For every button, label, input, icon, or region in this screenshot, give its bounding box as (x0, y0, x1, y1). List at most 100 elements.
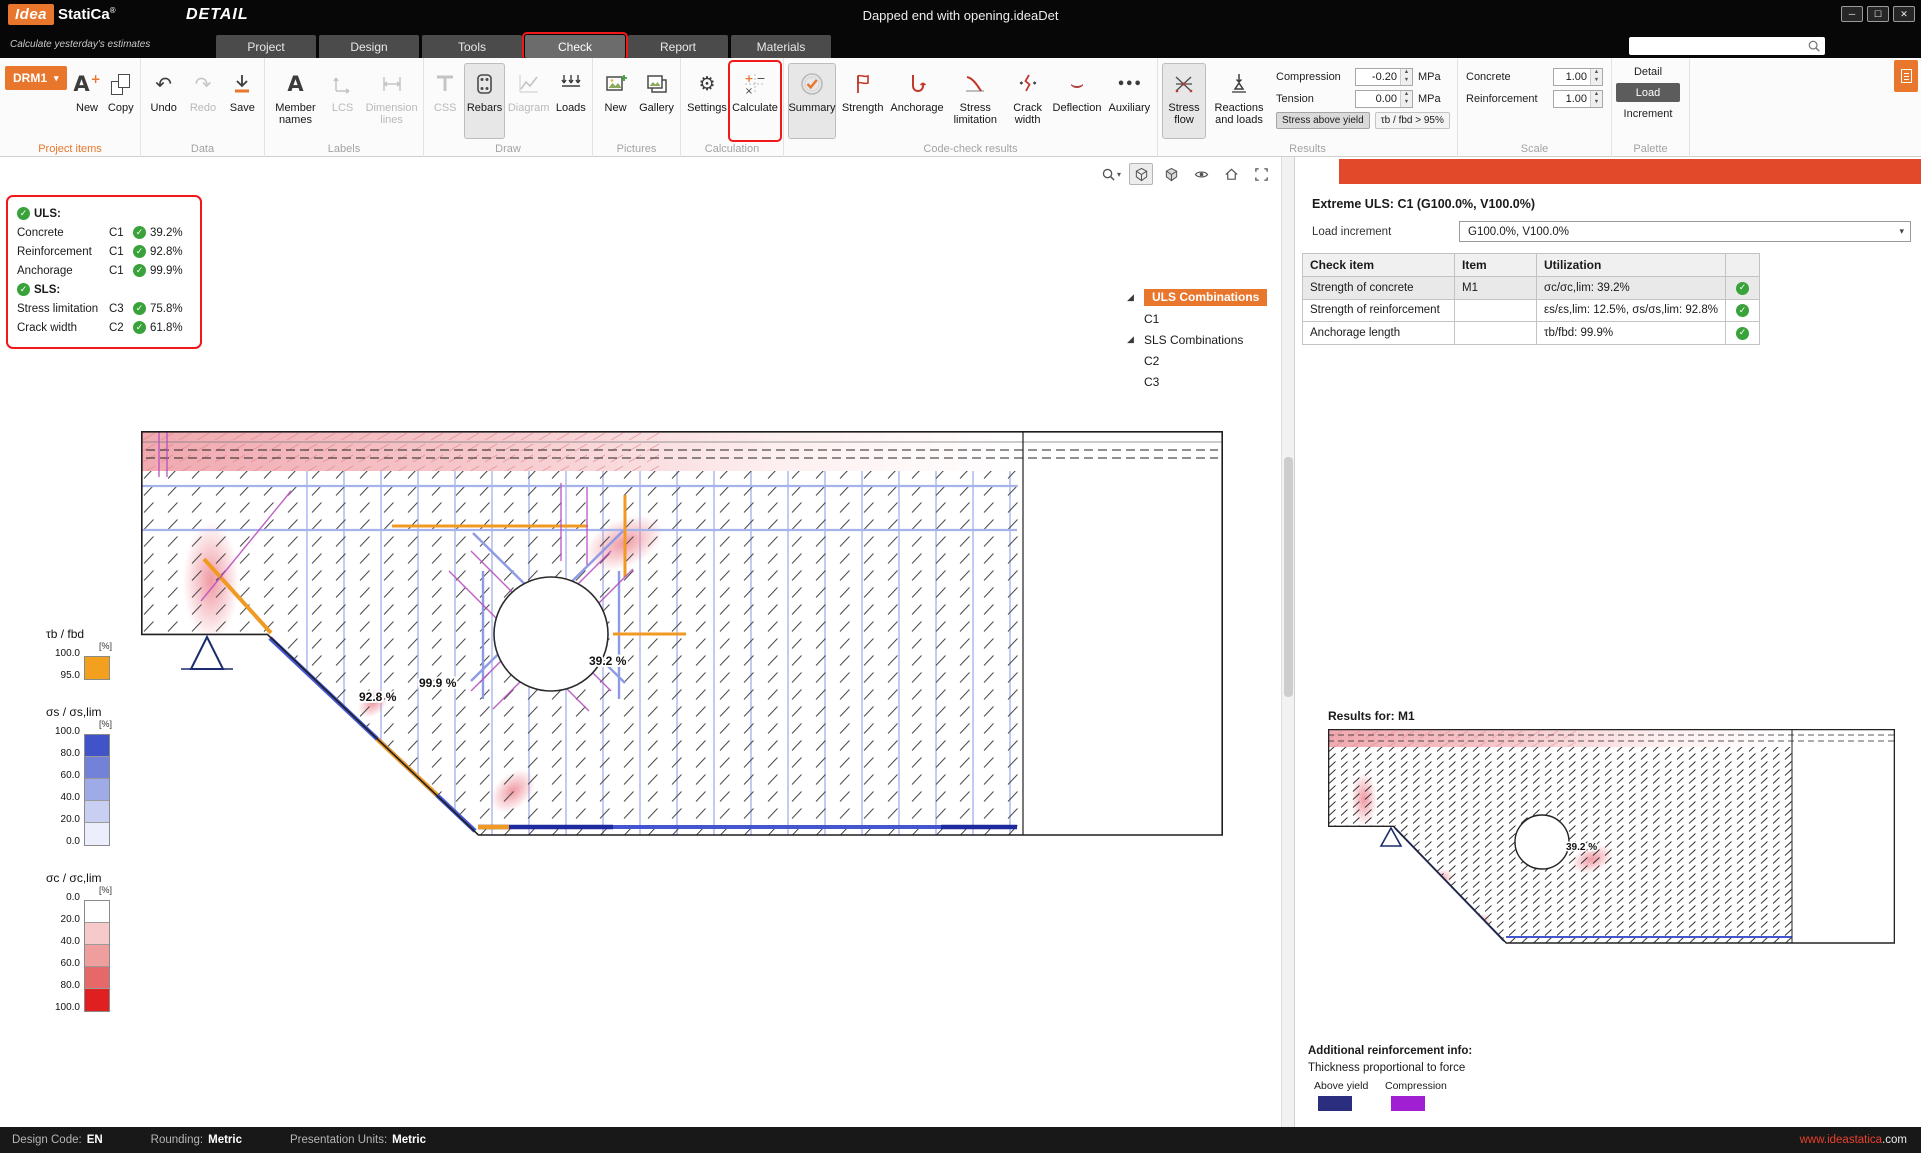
drm1-dropdown[interactable]: DRM1▾ (5, 66, 67, 90)
sigma-s-scale-title: σs / σs,lim (46, 705, 130, 719)
copy-button[interactable]: Copy (104, 63, 137, 139)
table-row[interactable]: Strength of concrete M1 σc/σc,lim: 39.2%… (1303, 277, 1760, 300)
spinner-arrows[interactable]: ▲▼ (1400, 91, 1412, 107)
solid-view-button[interactable] (1159, 163, 1183, 185)
tab-report[interactable]: Report (628, 35, 728, 58)
logo-text: StatiCa (58, 6, 110, 23)
results-m1-view: 39.2 % (1328, 729, 1895, 982)
member-names-button[interactable]: A Member names (269, 63, 322, 139)
table-row[interactable]: Strength of reinforcement εs/εs,lim: 12.… (1303, 299, 1760, 322)
load-increment-dropdown[interactable]: G100.0%, V100.0% ▾ (1459, 221, 1911, 242)
idea-logo-icon: Idea (8, 4, 54, 25)
tension-input[interactable]: 0.00 ▲▼ (1355, 90, 1413, 108)
home-icon (1224, 167, 1239, 182)
website-link[interactable]: www.ideastatica.com (1800, 1134, 1907, 1146)
zoom-tool-button[interactable]: ▾ (1099, 163, 1123, 185)
tb-fbd-swatch (84, 656, 110, 680)
settings-button[interactable]: ⚙ Settings (685, 63, 729, 139)
stress-limitation-icon (963, 72, 987, 96)
ribbon-group-scale: Concrete 1.00 ▲▼ Reinforcement 1.00 ▲▼ S… (1458, 58, 1612, 157)
reactions-and-loads-button[interactable]: Reactions and loads (1208, 63, 1270, 139)
search-input[interactable] (1629, 37, 1825, 55)
check-icon: ✓ (133, 264, 146, 277)
tree-item-c3[interactable]: C3 (1144, 375, 1159, 389)
strength-button[interactable]: Strength (838, 63, 887, 139)
ribbon-tabs: Project Design Tools Check Report Materi… (216, 35, 831, 58)
save-button[interactable]: Save (224, 63, 261, 139)
search-icon (1807, 39, 1821, 53)
tree-item-sls-combinations[interactable]: SLS Combinations (1144, 333, 1243, 347)
sigma-c-swatch (84, 900, 110, 1012)
canvas-scrollbar[interactable] (1281, 157, 1294, 1127)
loads-button[interactable]: Loads (553, 63, 589, 139)
visibility-button[interactable] (1189, 163, 1213, 185)
additional-info-title: Additional reinforcement info: (1308, 1045, 1472, 1057)
info-panel-button[interactable] (1894, 60, 1918, 92)
spinner-arrows[interactable]: ▲▼ (1590, 69, 1602, 85)
detail-model-view[interactable]: 92.8 % 99.9 % 39.2 % (141, 431, 1223, 836)
module-name: DETAIL (186, 6, 249, 24)
stress-above-yield-toggle[interactable]: Stress above yield (1276, 112, 1370, 129)
chevron-down-icon: ▾ (1117, 170, 1121, 179)
gallery-button[interactable]: Gallery (636, 63, 677, 139)
registered-mark: ® (110, 6, 116, 15)
axonometric-view-button[interactable] (1129, 163, 1153, 185)
rebars-icon (473, 72, 497, 96)
expander-icon[interactable]: ◢ (1127, 335, 1139, 345)
above-yield-swatch (1318, 1096, 1352, 1111)
ribbon-group-project-items: DRM1▾ A+ New Copy Project items (0, 58, 141, 157)
tab-tools[interactable]: Tools (422, 35, 522, 58)
check-icon: ✓ (1736, 282, 1749, 295)
expander-icon[interactable]: ◢ (1127, 293, 1139, 303)
crack-width-button[interactable]: Crack width (1006, 63, 1049, 139)
new-picture-icon (604, 72, 628, 96)
reactions-icon (1227, 72, 1251, 96)
new-project-item-button[interactable]: A+ New (72, 63, 103, 139)
cross-section-icon (433, 72, 457, 96)
tab-check[interactable]: Check (525, 35, 625, 58)
auxiliary-button[interactable]: ••• Auxiliary (1105, 63, 1154, 139)
scrollbar-thumb[interactable] (1284, 457, 1293, 697)
ribbon-group-palette: Detail Load Increment Palette (1612, 58, 1690, 157)
scale-concrete-input[interactable]: 1.00 ▲▼ (1553, 68, 1603, 86)
palette-detail-button[interactable]: Detail (1616, 62, 1680, 81)
table-row[interactable]: Anchorage length τb/fbd: 99.9% ✓ (1303, 322, 1760, 345)
tab-materials[interactable]: Materials (731, 35, 831, 58)
compression-input[interactable]: -0.20 ▲▼ (1355, 68, 1413, 86)
results-for-label: Results for: M1 (1328, 709, 1415, 723)
palette-increment-button[interactable]: Increment (1616, 104, 1680, 123)
tree-item-uls-combinations[interactable]: ULS Combinations (1144, 289, 1267, 306)
tb-fbd-scale-title: τb / fbd (46, 627, 130, 641)
spinner-arrows[interactable]: ▲▼ (1590, 91, 1602, 107)
calculate-button[interactable]: +−× Calculate (731, 63, 779, 139)
zoom-fit-button[interactable] (1249, 163, 1273, 185)
deflection-button[interactable]: ⌣ Deflection (1051, 63, 1102, 139)
tree-item-c2[interactable]: C2 (1144, 354, 1159, 368)
scale-reinforcement-input[interactable]: 1.00 ▲▼ (1553, 90, 1603, 108)
additional-info-subtitle: Thickness proportional to force (1308, 1062, 1465, 1074)
redo-button: ↷ Redo (184, 63, 221, 139)
tab-project[interactable]: Project (216, 35, 316, 58)
minimize-button[interactable]: ─ (1841, 6, 1863, 22)
tb-fbd-toggle[interactable]: τb / fbd > 95% (1375, 112, 1450, 129)
undo-button[interactable]: ↶ Undo (145, 63, 182, 139)
check-icon: ✓ (1736, 327, 1749, 340)
palette-load-button[interactable]: Load (1616, 83, 1680, 102)
stress-limitation-button[interactable]: Stress limitation (947, 63, 1004, 139)
summary-button[interactable]: Summary (788, 63, 836, 139)
spinner-arrows[interactable]: ▲▼ (1400, 69, 1412, 85)
tension-unit: MPa (1418, 93, 1441, 105)
compression-swatch (1391, 1096, 1425, 1111)
rebars-button[interactable]: Rebars (464, 63, 504, 139)
maximize-button[interactable]: ☐ (1867, 6, 1889, 22)
check-row-label: Stress limitation (17, 303, 105, 315)
tab-design[interactable]: Design (319, 35, 419, 58)
stress-flow-button[interactable]: Stress flow (1162, 63, 1206, 139)
tree-item-c1[interactable]: C1 (1144, 312, 1159, 326)
crack-width-icon (1016, 72, 1040, 96)
close-button[interactable]: ✕ (1893, 6, 1915, 22)
home-view-button[interactable] (1219, 163, 1243, 185)
picture-new-button[interactable]: New (597, 63, 634, 139)
main-canvas[interactable]: ▾ ✓ULS: ConcreteC1✓39.2% ReinforcementC1… (0, 157, 1281, 1127)
anchorage-button[interactable]: Anchorage (889, 63, 944, 139)
